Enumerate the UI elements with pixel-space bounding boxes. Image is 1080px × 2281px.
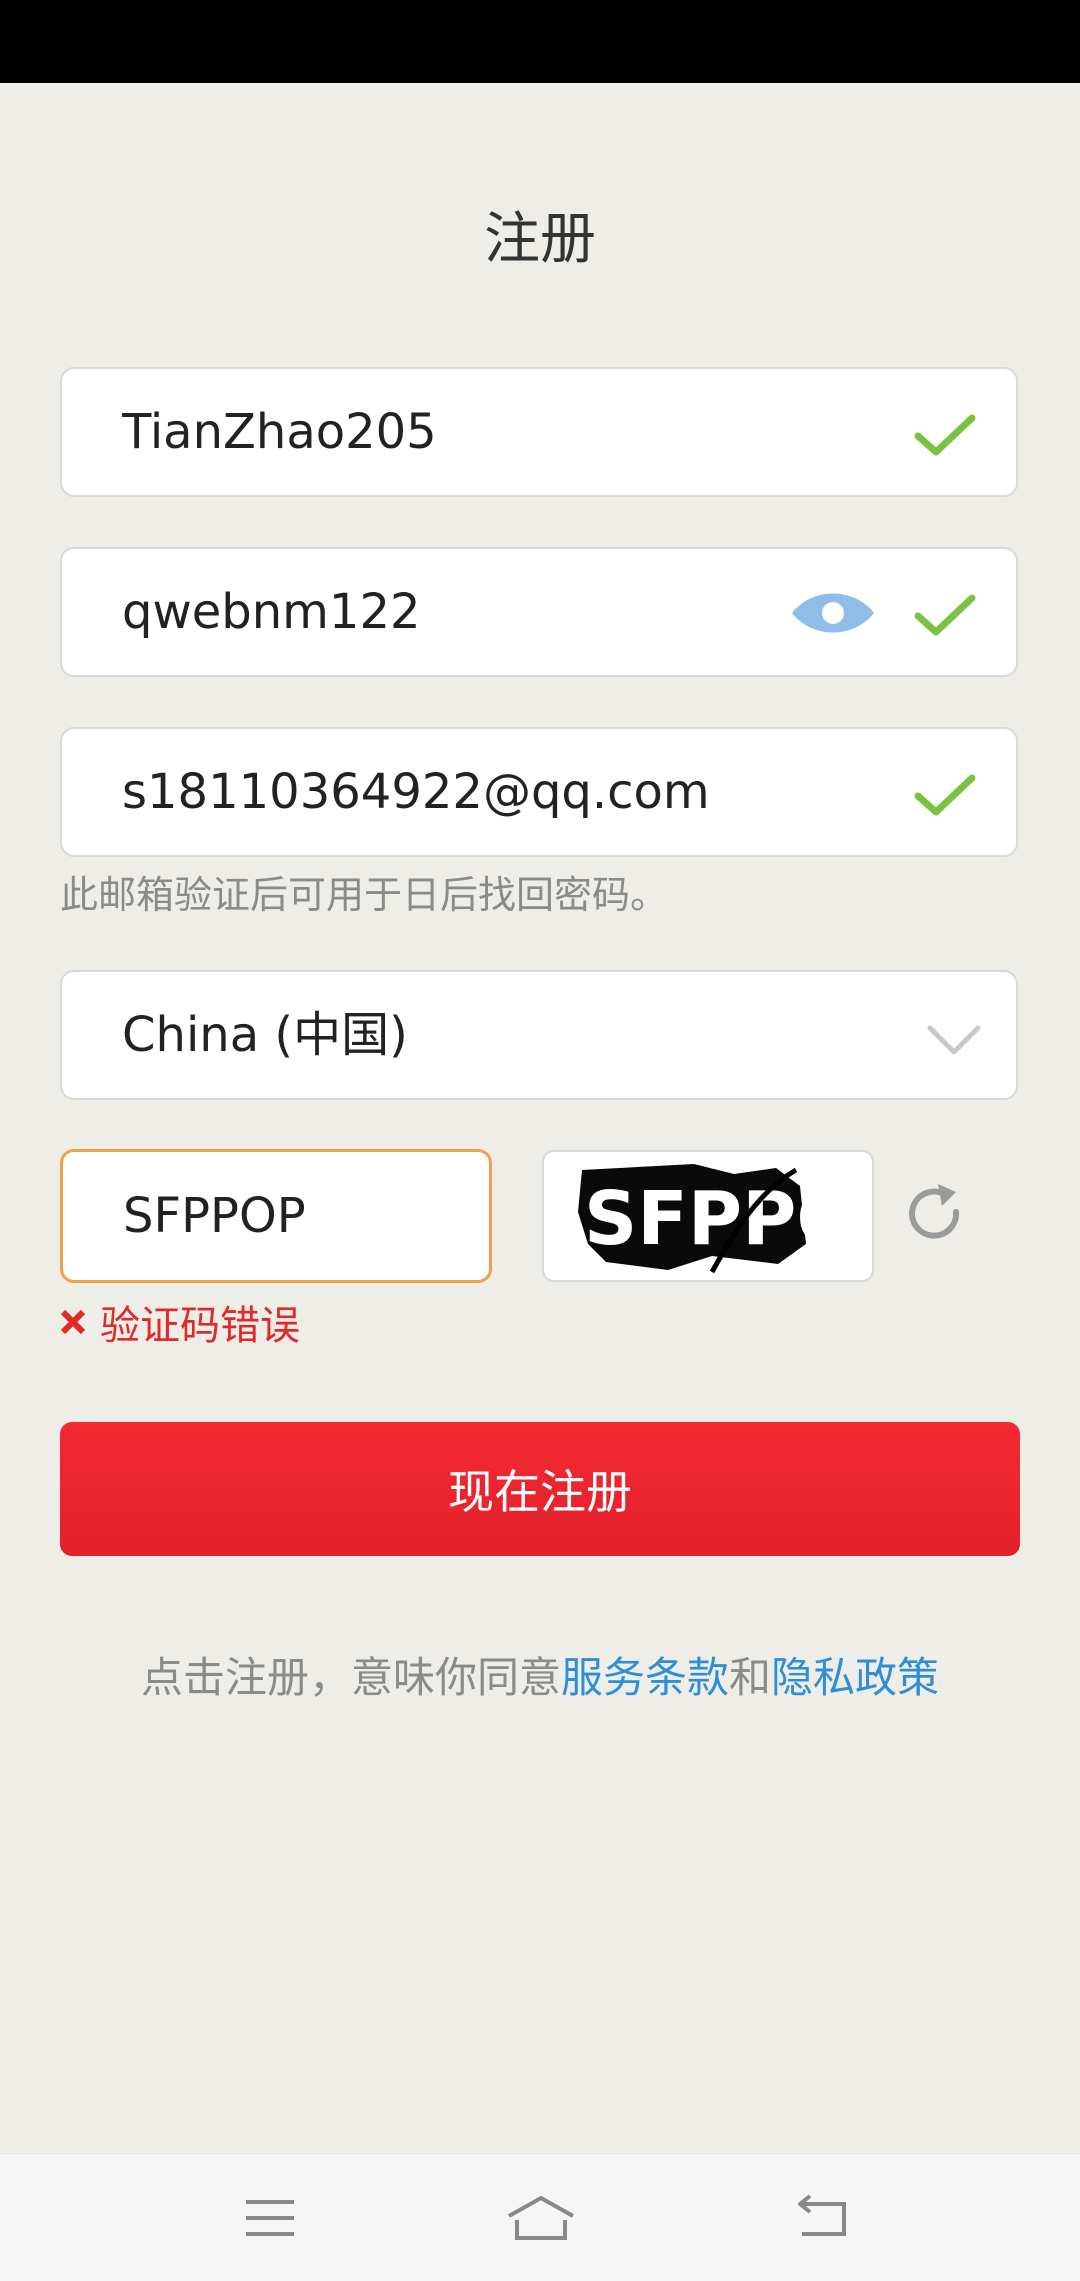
check-icon	[914, 594, 976, 636]
username-input[interactable]	[122, 369, 822, 495]
email-hint: 此邮箱验证后可用于日后找回密码。	[60, 873, 669, 917]
password-input[interactable]	[122, 549, 822, 675]
privacy-policy-link[interactable]: 隐私政策	[771, 1653, 939, 1702]
check-icon	[914, 774, 976, 816]
username-field[interactable]	[60, 367, 1018, 497]
captcha-text: SFPPOP	[584, 1176, 872, 1262]
register-button[interactable]: 现在注册	[60, 1422, 1020, 1556]
service-terms-link[interactable]: 服务条款	[561, 1653, 729, 1702]
status-bar	[0, 0, 1080, 83]
captcha-error: 验证码错误	[58, 1292, 300, 1352]
country-select[interactable]: China (中国)	[60, 970, 1018, 1100]
terms-prefix: 点击注册，意味你同意	[140, 1653, 561, 1702]
check-icon	[914, 414, 976, 456]
refresh-icon[interactable]	[898, 1178, 970, 1250]
close-icon	[60, 1309, 86, 1335]
chevron-down-icon	[927, 1025, 981, 1055]
menu-icon[interactable]	[240, 2192, 300, 2244]
password-field[interactable]	[60, 547, 1018, 677]
terms-and: 和	[729, 1653, 772, 1702]
system-nav-bar	[0, 2153, 1080, 2281]
terms-notice: 点击注册，意味你同意服务条款和隐私政策	[0, 1648, 1080, 1708]
country-value: China (中国)	[122, 1007, 408, 1063]
email-input[interactable]	[122, 729, 822, 855]
eye-icon[interactable]	[790, 585, 876, 641]
email-field[interactable]	[60, 727, 1018, 857]
captcha-image[interactable]: SFPPOP	[542, 1150, 874, 1282]
captcha-field[interactable]	[60, 1149, 492, 1283]
captcha-input[interactable]	[123, 1152, 473, 1280]
back-icon[interactable]	[794, 2192, 854, 2244]
page-title: 注册	[484, 207, 596, 272]
home-icon[interactable]	[505, 2192, 577, 2244]
captcha-graphic: SFPPOP	[578, 1164, 872, 1274]
captcha-error-text: 验证码错误	[100, 1303, 300, 1349]
